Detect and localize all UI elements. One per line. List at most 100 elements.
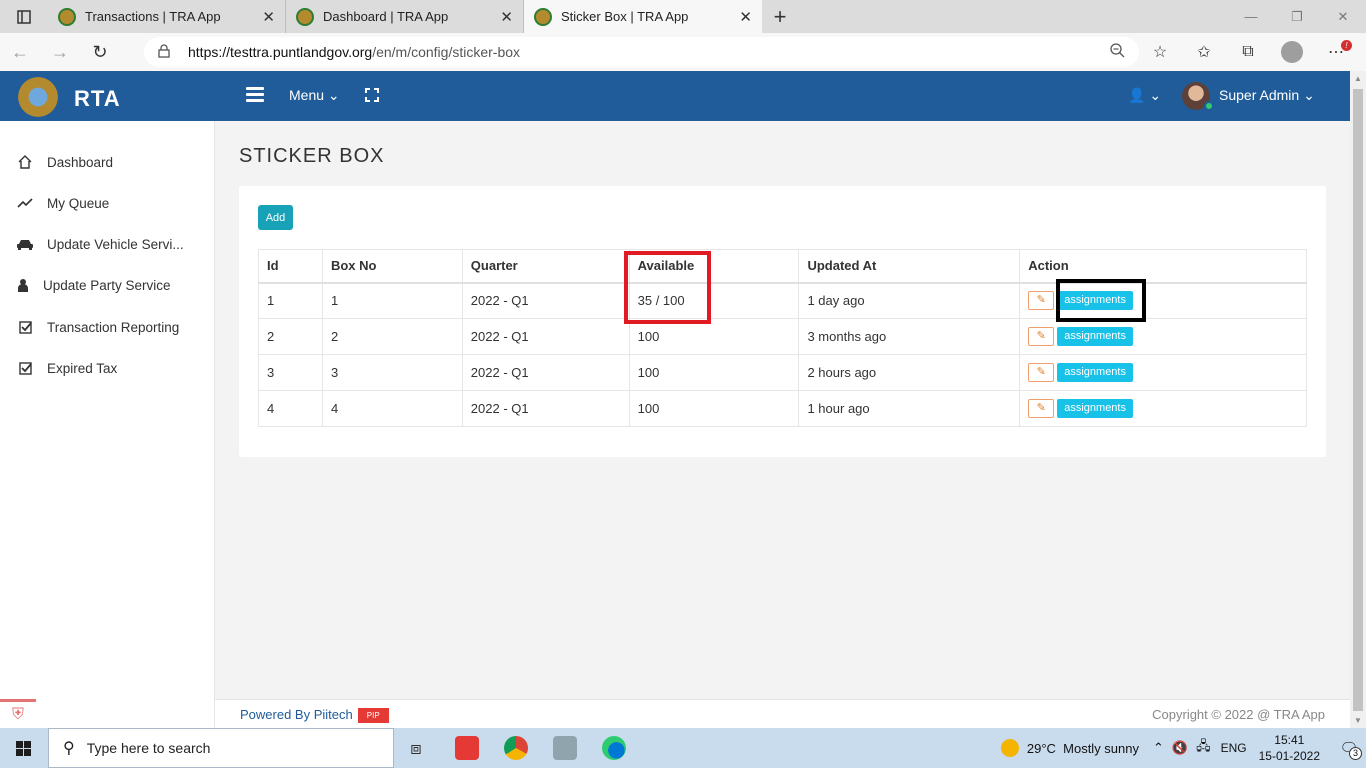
edit-pencil-icon[interactable]: ✎ <box>1028 363 1055 382</box>
anydesk-icon[interactable] <box>455 736 479 760</box>
sidebar-item-label: Update Party Service <box>43 277 171 293</box>
laravel-debug-icon[interactable]: ⛨ <box>0 699 36 727</box>
action-center-icon[interactable]: 🗨 3 <box>1332 739 1366 760</box>
cell-quarter: 2022 - Q1 <box>461 390 630 427</box>
cell-id: 3 <box>258 354 323 391</box>
edit-pencil-icon[interactable]: ✎ <box>1028 399 1055 418</box>
cell-action: ✎ assignments <box>1019 354 1307 391</box>
favorites-icon[interactable]: ✩ <box>1182 42 1226 62</box>
sidebar-item-expired-tax[interactable]: Expired Tax <box>16 357 117 379</box>
url-field[interactable]: https://testtra.puntlandgov.org/en/m/con… <box>144 37 1139 67</box>
browser-tab-transactions[interactable]: Transactions | TRA App ✕ <box>48 0 286 33</box>
zoom-icon[interactable] <box>1110 43 1125 61</box>
clock-time: 15:41 <box>1274 733 1305 747</box>
minimize-icon[interactable]: — <box>1228 0 1274 33</box>
page-scrollbar[interactable]: ▲ ▼ <box>1350 71 1366 728</box>
assignments-button[interactable]: assignments <box>1057 327 1133 346</box>
forward-arrow-icon[interactable]: → <box>40 33 80 71</box>
cell-quarter: 2022 - Q1 <box>461 354 630 391</box>
scroll-up-icon[interactable]: ▲ <box>1354 74 1362 83</box>
edit-pencil-icon[interactable]: ✎ <box>1028 291 1055 311</box>
browser-tab-sticker-box[interactable]: Sticker Box | TRA App ✕ <box>524 0 762 33</box>
column-header-action: Action <box>1019 249 1307 284</box>
assignments-button[interactable]: assignments <box>1057 363 1133 382</box>
cell-action: ✎ assignments <box>1019 318 1307 355</box>
new-tab-icon[interactable]: + <box>762 0 798 33</box>
clock-date: 15-01-2022 <box>1258 749 1320 763</box>
collections-icon[interactable]: ⧉ <box>1226 43 1270 61</box>
sidebar-item-my-queue[interactable]: My Queue <box>16 192 109 214</box>
powered-by[interactable]: Powered By Piitech PIP <box>240 707 389 724</box>
menu-label: Menu <box>289 87 325 103</box>
edit-pencil-icon[interactable]: ✎ <box>1028 327 1055 346</box>
cell-quarter: 2022 - Q1 <box>461 318 630 355</box>
column-header-box-no[interactable]: Box No <box>321 249 463 284</box>
person-icon <box>16 278 30 292</box>
column-header-quarter[interactable]: Quarter <box>461 249 630 284</box>
tab-actions-icon[interactable] <box>0 0 48 33</box>
close-tab-icon[interactable]: ✕ <box>262 8 275 26</box>
task-view-icon[interactable]: ⧈ <box>404 736 428 760</box>
car-icon <box>16 238 34 250</box>
close-window-icon[interactable]: ✕ <box>1320 0 1366 33</box>
refresh-icon[interactable]: ↻ <box>80 33 120 71</box>
restore-icon[interactable]: ❐ <box>1274 0 1320 33</box>
brand-name[interactable]: RTA <box>74 86 121 112</box>
user-menu[interactable]: Super Admin ⌄ <box>1219 87 1315 104</box>
notepad-icon[interactable] <box>553 736 577 760</box>
add-favorite-icon[interactable]: ☆ <box>1138 42 1182 62</box>
sidebar-item-label: My Queue <box>47 195 110 211</box>
windows-start-icon[interactable] <box>16 741 31 756</box>
available-highlight-box <box>624 251 711 324</box>
cell-updated-at: 3 months ago <box>798 318 1021 355</box>
cell-available: 100 <box>628 354 800 391</box>
tab-title: Transactions | TRA App <box>85 9 221 24</box>
cell-id: 1 <box>258 282 323 319</box>
sidebar-item-update-party-service[interactable]: Update Party Service <box>16 274 171 296</box>
footer: Powered By Piitech PIP Copyright © 2022 @… <box>215 699 1350 728</box>
browser-tab-dashboard[interactable]: Dashboard | TRA App ✕ <box>286 0 524 33</box>
sidebar: Dashboard My Queue Update Vehicle Servi.… <box>0 121 215 728</box>
column-header-id[interactable]: Id <box>258 249 323 284</box>
sticker-box-table: Id Box No Quarter Available Updated At A… <box>258 249 1307 427</box>
lock-icon <box>158 43 174 61</box>
scroll-down-icon[interactable]: ▼ <box>1354 716 1362 725</box>
menu-dropdown[interactable]: Menu ⌄ <box>289 87 340 104</box>
back-arrow-icon[interactable]: ← <box>0 33 40 71</box>
profile-icon[interactable] <box>1270 41 1314 63</box>
sticker-box-card: Add Id Box No Quarter Available Updated … <box>239 186 1326 457</box>
close-tab-icon[interactable]: ✕ <box>500 8 513 26</box>
sidebar-item-dashboard[interactable]: Dashboard <box>16 151 113 173</box>
close-tab-icon[interactable]: ✕ <box>739 8 752 26</box>
chrome-icon[interactable] <box>504 736 528 760</box>
table-row: 2 2 2022 - Q1 100 3 months ago ✎ assignme… <box>258 318 1307 355</box>
sidebar-item-label: Update Vehicle Servi... <box>47 236 184 252</box>
chevron-down-icon: ⌄ <box>327 87 340 103</box>
edge-icon[interactable] <box>602 736 626 760</box>
chevron-up-icon[interactable]: ⌃ <box>1153 740 1164 756</box>
clock[interactable]: 15:41 15-01-2022 <box>1259 732 1320 764</box>
weather-text[interactable]: 29°C Mostly sunny <box>1027 741 1139 756</box>
sidebar-item-transaction-reporting[interactable]: Transaction Reporting <box>16 316 179 338</box>
piitech-logo: PIP <box>357 708 389 724</box>
speaker-muted-icon[interactable]: 🔇 <box>1172 740 1188 756</box>
sidebar-item-update-vehicle-service[interactable]: Update Vehicle Servi... <box>16 233 184 255</box>
scrollbar-thumb[interactable] <box>1353 89 1363 711</box>
network-icon[interactable]: 🖧 <box>1196 737 1211 759</box>
settings-more-icon[interactable]: ⋯! <box>1314 40 1358 62</box>
tab-title: Dashboard | TRA App <box>323 9 449 24</box>
check-square-icon <box>16 320 34 334</box>
user-dropdown[interactable]: 👤 ⌄ <box>1128 87 1161 104</box>
assignments-button[interactable]: assignments <box>1057 399 1133 418</box>
column-header-updated-at[interactable]: Updated At <box>798 249 1021 284</box>
sidebar-item-label: Expired Tax <box>47 360 118 376</box>
windows-taskbar: ⚲ Type here to search ⧈ 29°C Mostly sunn… <box>0 728 1366 768</box>
taskbar-search-input[interactable]: ⚲ Type here to search <box>48 728 394 768</box>
cell-action: ✎ assignments <box>1019 390 1307 427</box>
language-indicator[interactable]: ENG <box>1221 741 1247 755</box>
cell-updated-at: 2 hours ago <box>798 354 1021 391</box>
add-button[interactable]: Add <box>258 205 293 230</box>
cell-updated-at: 1 hour ago <box>798 390 1021 427</box>
fullscreen-icon[interactable] <box>365 88 379 102</box>
hamburger-menu-icon[interactable] <box>246 87 264 103</box>
